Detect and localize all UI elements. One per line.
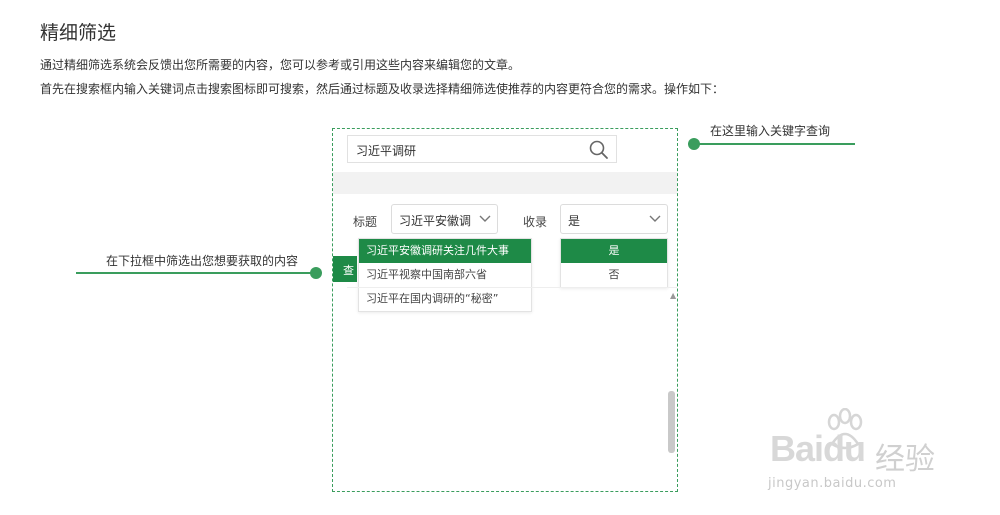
watermark-url: jingyan.baidu.com bbox=[768, 476, 897, 491]
index-select-value: 是 bbox=[568, 214, 581, 228]
baidu-jingyan-watermark: Baidu 经验 jingyan.baidu.com bbox=[760, 408, 990, 498]
callout-left-text: 在下拉框中筛选出您想要获取的内容 bbox=[106, 254, 299, 268]
callout-right-line bbox=[695, 143, 855, 145]
search-input[interactable]: 习近平调研 bbox=[347, 135, 617, 163]
callout-left-line bbox=[76, 272, 318, 274]
index-filter-label: 收录 bbox=[523, 215, 548, 229]
intro-line-2: 首先在搜索框内输入关键词点击搜索图标即可搜索，然后通过标题及收录选择精细筛选使推… bbox=[40, 82, 725, 96]
title-option[interactable]: 习近平安徽调研关注几件大事 bbox=[359, 239, 531, 263]
index-select[interactable]: 是 bbox=[560, 204, 668, 234]
chevron-down-icon bbox=[479, 215, 491, 222]
intro-line-1: 通过精细筛选系统会反馈出您所需要的内容，您可以参考或引用这些内容来编辑您的文章。 bbox=[40, 58, 521, 72]
search-submit-button[interactable]: 查 bbox=[333, 256, 357, 282]
title-select-value: 习近平安徽调 bbox=[399, 214, 472, 228]
search-input-value: 习近平调研 bbox=[356, 144, 417, 158]
index-option[interactable]: 是 bbox=[561, 239, 667, 263]
chevron-down-icon bbox=[649, 215, 661, 222]
title-option[interactable]: 习近平视察中国南部六省 bbox=[359, 263, 531, 287]
callout-left-dot bbox=[310, 267, 322, 279]
results-panel bbox=[347, 287, 677, 483]
title-filter-label: 标题 bbox=[353, 215, 378, 229]
page-title: 精细筛选 bbox=[40, 22, 117, 44]
demo-frame: 习近平调研 标题 习近平安徽调 收录 是 查 习近平安徽调研关注几件大事 习近平… bbox=[332, 128, 678, 492]
index-dropdown: 是 否 bbox=[560, 238, 668, 288]
watermark-brand: Baidu bbox=[770, 428, 866, 469]
index-option[interactable]: 否 bbox=[561, 263, 667, 287]
title-select[interactable]: 习近平安徽调 bbox=[391, 204, 498, 234]
search-submit-label: 查 bbox=[343, 264, 354, 277]
divider-band bbox=[333, 172, 677, 194]
callout-right-text: 在这里输入关键字查询 bbox=[710, 124, 831, 138]
scroll-up-arrow-icon[interactable]: ▲ bbox=[670, 291, 676, 300]
search-icon[interactable] bbox=[588, 139, 610, 161]
scrollbar-thumb[interactable] bbox=[668, 391, 675, 453]
watermark-product: 经验 bbox=[875, 442, 935, 477]
